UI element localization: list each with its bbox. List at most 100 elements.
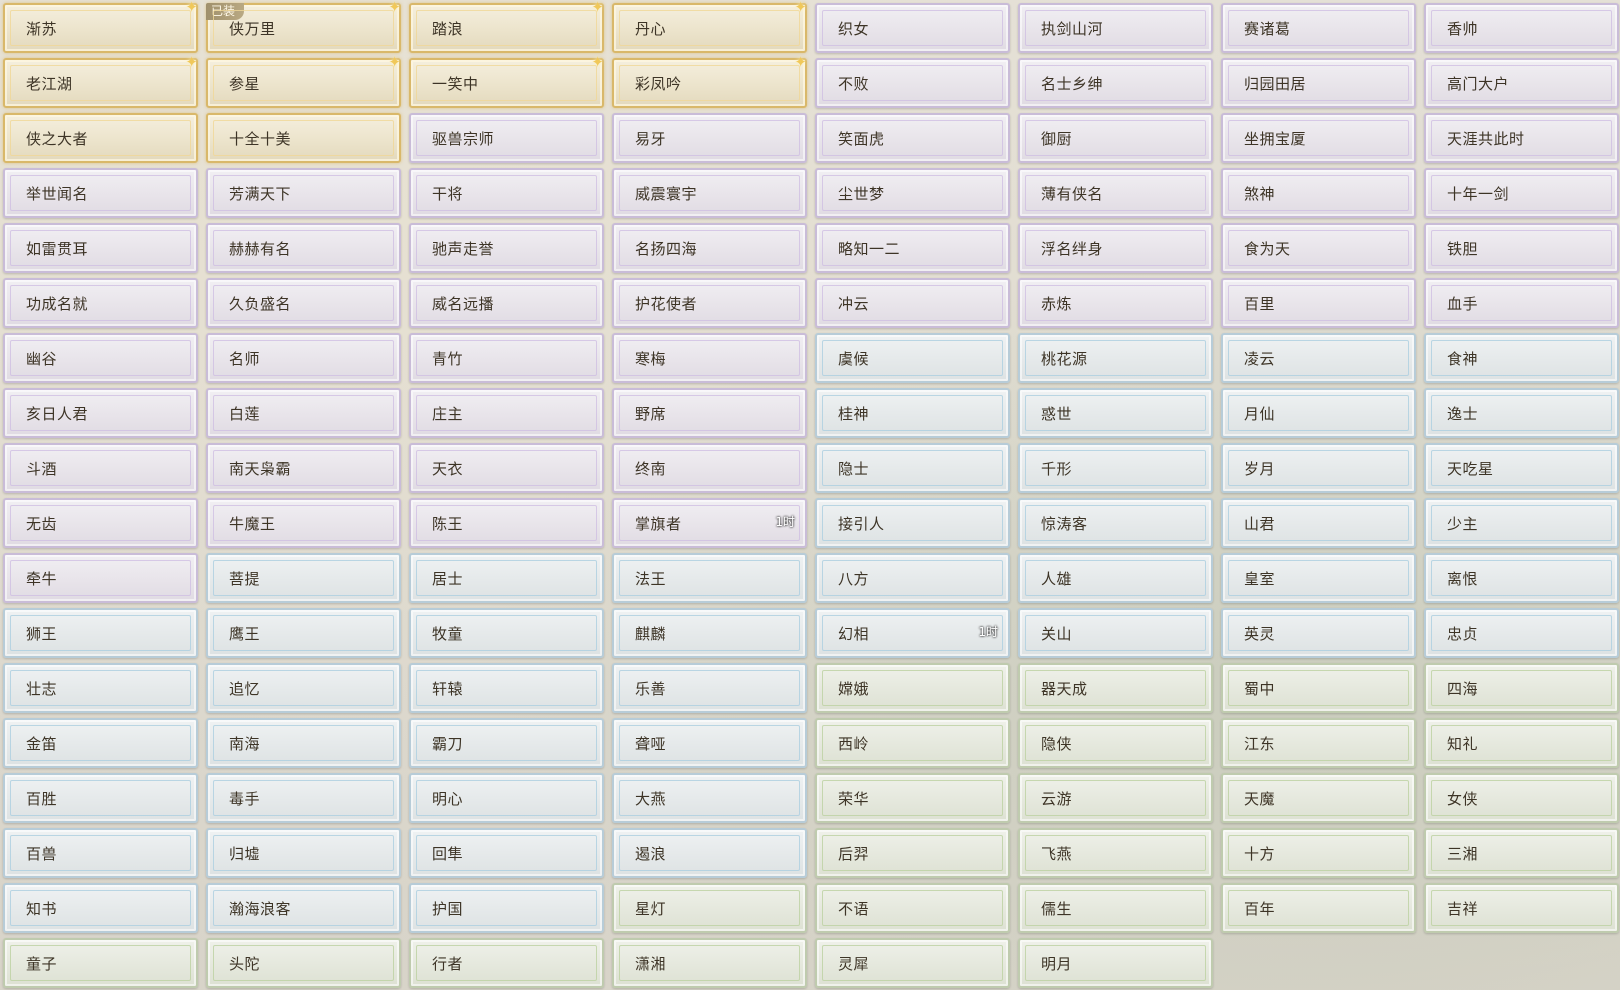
title-card[interactable]: 功成名就 <box>3 278 198 328</box>
title-card[interactable]: 接引人 <box>815 498 1010 548</box>
title-card[interactable]: 牛魔王 <box>206 498 401 548</box>
title-card[interactable]: 云游 <box>1018 773 1213 823</box>
title-card[interactable]: 桃花源 <box>1018 333 1213 383</box>
title-card[interactable]: 驱兽宗师 <box>409 113 604 163</box>
title-card[interactable]: 飞燕 <box>1018 828 1213 878</box>
title-card[interactable]: 器天成 <box>1018 663 1213 713</box>
title-card[interactable]: 明月 <box>1018 938 1213 988</box>
title-card[interactable]: 凌云 <box>1221 333 1416 383</box>
title-card[interactable]: 易牙 <box>612 113 807 163</box>
title-card[interactable]: 芳满天下 <box>206 168 401 218</box>
title-card[interactable]: 驰声走誉 <box>409 223 604 273</box>
title-card[interactable]: 月仙 <box>1221 388 1416 438</box>
title-card[interactable]: 儒生 <box>1018 883 1213 933</box>
title-card[interactable]: 薄有侠名 <box>1018 168 1213 218</box>
title-card[interactable]: 血手 <box>1424 278 1619 328</box>
title-card[interactable]: 牧童 <box>409 608 604 658</box>
title-card[interactable]: 隐侠 <box>1018 718 1213 768</box>
title-card[interactable]: 离恨 <box>1424 553 1619 603</box>
title-card[interactable]: 金笛 <box>3 718 198 768</box>
title-card[interactable]: 老江湖 ✦ <box>3 55 198 108</box>
title-card[interactable]: 天吃星 <box>1424 443 1619 493</box>
title-card[interactable]: 山君 <box>1221 498 1416 548</box>
title-card[interactable]: 童子 <box>3 938 198 988</box>
title-card[interactable]: 踏浪 ✦ <box>409 0 604 53</box>
title-card[interactable]: 南天枭霸 <box>206 443 401 493</box>
title-card[interactable]: 幻相 1时 <box>815 608 1010 658</box>
title-card[interactable]: 野席 <box>612 388 807 438</box>
title-card[interactable]: 天涯共此时 <box>1424 113 1619 163</box>
title-card[interactable]: 笑面虎 <box>815 113 1010 163</box>
title-card[interactable]: 坐拥宝厦 <box>1221 113 1416 163</box>
title-card[interactable]: 行者 <box>409 938 604 988</box>
title-card[interactable]: 香帅 <box>1424 3 1619 53</box>
title-card[interactable]: 执剑山河 <box>1018 3 1213 53</box>
title-card[interactable]: 一笑中 ✦ <box>409 55 604 108</box>
title-card[interactable]: 天魔 <box>1221 773 1416 823</box>
title-card[interactable]: 明心 <box>409 773 604 823</box>
title-card[interactable]: 忠贞 <box>1424 608 1619 658</box>
title-card[interactable]: 威震寰宇 <box>612 168 807 218</box>
title-card[interactable]: 麒麟 <box>612 608 807 658</box>
title-card[interactable]: 亥日人君 <box>3 388 198 438</box>
title-card[interactable]: 星灯 <box>612 883 807 933</box>
title-card[interactable]: 鹰王 <box>206 608 401 658</box>
title-card[interactable]: 尘世梦 <box>815 168 1010 218</box>
title-card[interactable]: 名扬四海 <box>612 223 807 273</box>
title-card[interactable]: 回隼 <box>409 828 604 878</box>
title-card[interactable]: 幽谷 <box>3 333 198 383</box>
title-card[interactable]: 参星 ✦ <box>206 55 401 108</box>
title-card[interactable]: 丹心 ✦ <box>612 0 807 53</box>
title-card[interactable]: 织女 <box>815 3 1010 53</box>
title-card[interactable]: 潇湘 <box>612 938 807 988</box>
title-card[interactable]: 渐苏 ✦ <box>3 0 198 53</box>
title-card[interactable]: 知礼 <box>1424 718 1619 768</box>
title-card[interactable]: 八方 <box>815 553 1010 603</box>
title-card[interactable]: 十方 <box>1221 828 1416 878</box>
title-card[interactable]: 知书 <box>3 883 198 933</box>
title-card[interactable]: 高门大户 <box>1424 58 1619 108</box>
title-card[interactable]: 荣华 <box>815 773 1010 823</box>
title-card[interactable]: 如雷贯耳 <box>3 223 198 273</box>
title-card[interactable]: 居士 <box>409 553 604 603</box>
title-card[interactable]: 铁胆 <box>1424 223 1619 273</box>
title-card[interactable]: 瀚海浪客 <box>206 883 401 933</box>
title-card[interactable]: 名师 <box>206 333 401 383</box>
title-card[interactable]: 四海 <box>1424 663 1619 713</box>
title-card[interactable]: 千形 <box>1018 443 1213 493</box>
title-card[interactable]: 陈王 <box>409 498 604 548</box>
title-card[interactable]: 彩凤吟 ✦ <box>612 55 807 108</box>
title-card[interactable]: 皇室 <box>1221 553 1416 603</box>
title-card[interactable]: 白莲 <box>206 388 401 438</box>
title-card[interactable]: 虞候 <box>815 333 1010 383</box>
title-card[interactable]: 霸刀 <box>409 718 604 768</box>
title-card[interactable]: 惊涛客 <box>1018 498 1213 548</box>
title-card[interactable]: 赤炼 <box>1018 278 1213 328</box>
title-card[interactable]: 无齿 <box>3 498 198 548</box>
title-card[interactable]: 百胜 <box>3 773 198 823</box>
title-card[interactable]: 大燕 <box>612 773 807 823</box>
title-card[interactable]: 关山 <box>1018 608 1213 658</box>
title-card[interactable]: 举世闻名 <box>3 168 198 218</box>
title-card[interactable]: 西岭 <box>815 718 1010 768</box>
title-card[interactable]: 惑世 <box>1018 388 1213 438</box>
title-card[interactable]: 人雄 <box>1018 553 1213 603</box>
title-card[interactable]: 牵牛 <box>3 553 198 603</box>
title-card[interactable]: 逸士 <box>1424 388 1619 438</box>
title-card[interactable]: 赛诸葛 <box>1221 3 1416 53</box>
title-card[interactable]: 法王 <box>612 553 807 603</box>
title-card[interactable]: 头陀 <box>206 938 401 988</box>
title-card[interactable]: 终南 <box>612 443 807 493</box>
title-card[interactable]: 菩提 <box>206 553 401 603</box>
title-card[interactable]: 女侠 <box>1424 773 1619 823</box>
title-card[interactable]: 岁月 <box>1221 443 1416 493</box>
title-card[interactable]: 煞神 <box>1221 168 1416 218</box>
title-card[interactable]: 庄主 <box>409 388 604 438</box>
title-card[interactable]: 斗酒 <box>3 443 198 493</box>
title-card[interactable]: 威名远播 <box>409 278 604 328</box>
title-card[interactable]: 嫦娥 <box>815 663 1010 713</box>
title-card[interactable]: 寒梅 <box>612 333 807 383</box>
title-card[interactable]: 御厨 <box>1018 113 1213 163</box>
title-card[interactable]: 十全十美 <box>206 113 401 163</box>
title-card[interactable]: 不语 <box>815 883 1010 933</box>
